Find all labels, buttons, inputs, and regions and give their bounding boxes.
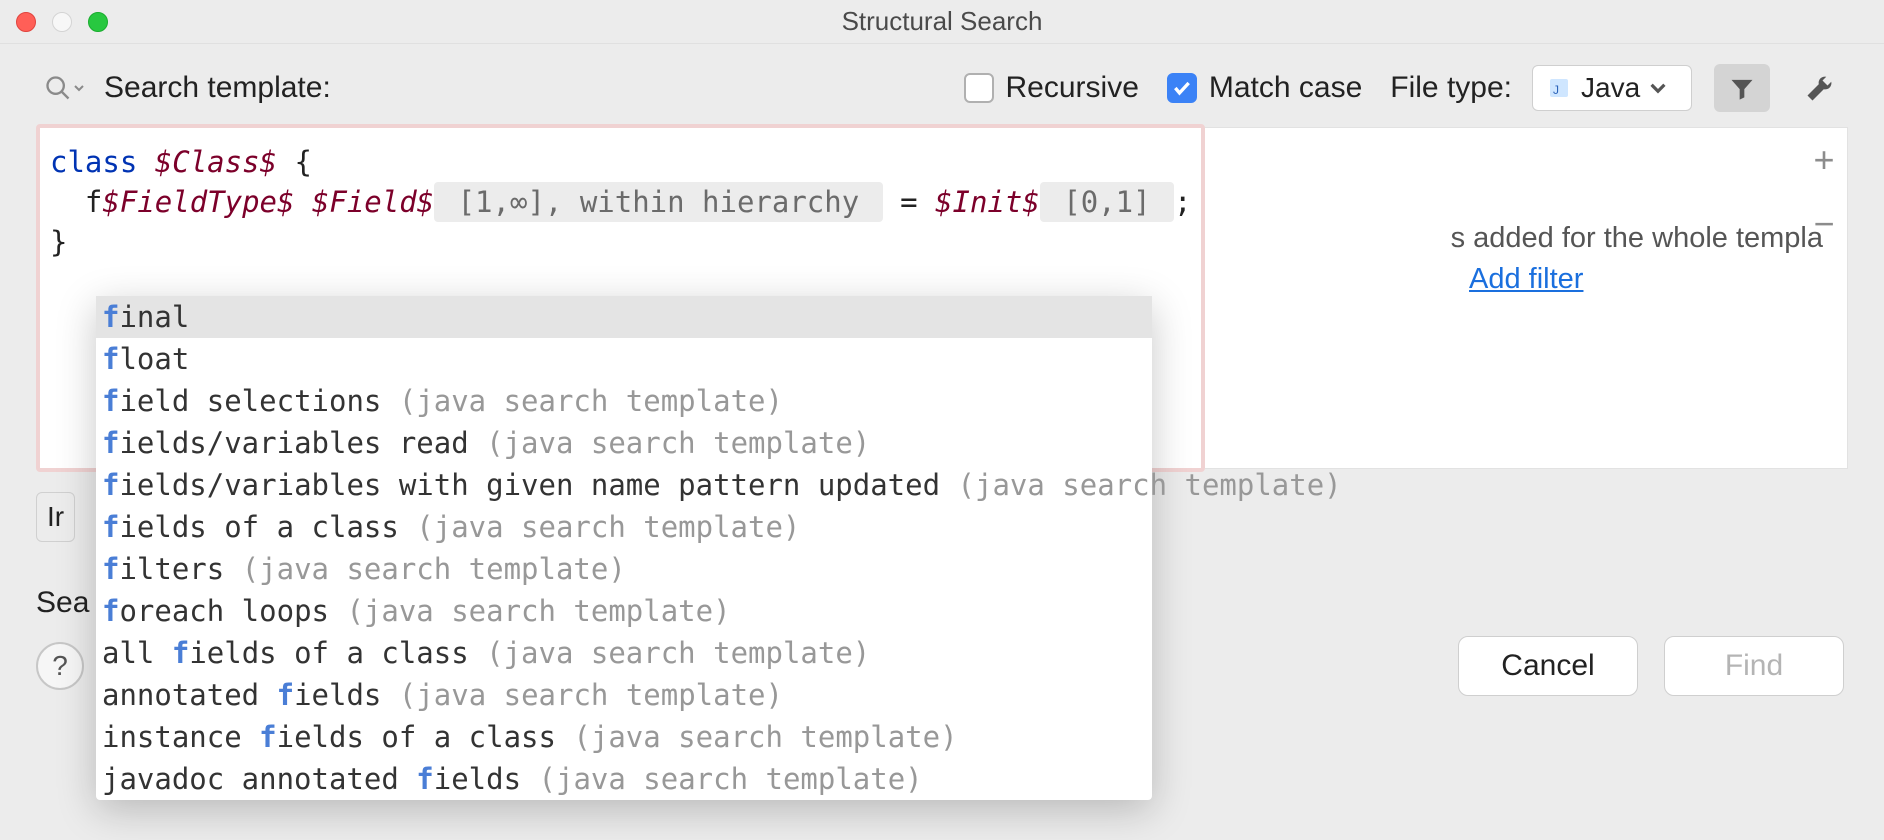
window-title: Structural Search	[842, 6, 1043, 37]
filter-panel: s added for the whole templa Add filter	[1205, 127, 1848, 469]
autocomplete-popup: finalfloatfield selections (java search …	[96, 296, 1152, 800]
search-icon[interactable]	[44, 74, 84, 102]
autocomplete-item[interactable]: fields/variables read (java search templ…	[96, 422, 1152, 464]
injected-references-button[interactable]: Ir	[36, 492, 75, 542]
funnel-icon	[1728, 74, 1756, 102]
autocomplete-item[interactable]: instance fields of a class (java search …	[96, 716, 1152, 758]
autocomplete-item[interactable]: final	[96, 296, 1152, 338]
cancel-button[interactable]: Cancel	[1458, 636, 1638, 696]
recursive-label: Recursive	[1006, 71, 1139, 105]
minimize-window-button[interactable]	[52, 12, 72, 32]
titlebar: Structural Search	[0, 0, 1884, 44]
autocomplete-item[interactable]: filters (java search template)	[96, 548, 1152, 590]
dialog-buttons: Cancel Find	[1458, 636, 1844, 696]
add-filter-link[interactable]: Add filter	[1221, 263, 1831, 296]
autocomplete-item[interactable]: fields of a class (java search template)	[96, 506, 1152, 548]
file-type-label: File type:	[1390, 71, 1512, 105]
toolbar: Search template: Recursive Match case Fi…	[0, 44, 1884, 124]
autocomplete-item[interactable]: fields/variables with given name pattern…	[96, 464, 1152, 506]
svg-text:J: J	[1553, 83, 1559, 97]
editor-gutter: + −	[1804, 140, 1844, 244]
search-scope-label: Sea	[36, 586, 89, 620]
file-type-select[interactable]: J Java	[1532, 65, 1692, 111]
chevron-down-icon	[1650, 80, 1666, 96]
file-type-value: Java	[1581, 72, 1640, 104]
code-line-1: class $Class$ {	[50, 142, 1191, 182]
recursive-checkbox[interactable]	[964, 73, 994, 103]
java-file-icon: J	[1547, 76, 1571, 100]
help-button[interactable]: ?	[36, 642, 84, 690]
window-controls	[16, 12, 108, 32]
autocomplete-item[interactable]: all fields of a class (java search templ…	[96, 632, 1152, 674]
code-line-3: }	[50, 222, 1191, 262]
wrench-icon	[1805, 73, 1835, 103]
match-case-checkbox-wrap[interactable]: Match case	[1167, 71, 1362, 105]
settings-button[interactable]	[1792, 64, 1848, 112]
find-button[interactable]: Find	[1664, 636, 1844, 696]
autocomplete-item[interactable]: javadoc annotated fields (java search te…	[96, 758, 1152, 800]
recursive-checkbox-wrap[interactable]: Recursive	[964, 71, 1139, 105]
remove-line-button[interactable]: −	[1804, 204, 1844, 244]
autocomplete-item[interactable]: field selections (java search template)	[96, 380, 1152, 422]
autocomplete-item[interactable]: annotated fields (java search template)	[96, 674, 1152, 716]
add-line-button[interactable]: +	[1804, 140, 1844, 180]
zoom-window-button[interactable]	[88, 12, 108, 32]
search-template-label: Search template:	[104, 71, 331, 105]
filter-hint-text: s added for the whole templa	[1221, 222, 1831, 255]
filter-toggle-button[interactable]	[1714, 64, 1770, 112]
close-window-button[interactable]	[16, 12, 36, 32]
match-case-label: Match case	[1209, 71, 1362, 105]
match-case-checkbox[interactable]	[1167, 73, 1197, 103]
autocomplete-item[interactable]: float	[96, 338, 1152, 380]
autocomplete-item[interactable]: foreach loops (java search template)	[96, 590, 1152, 632]
code-line-2: f$FieldType$ $Field$ [1,∞], within hiera…	[50, 182, 1191, 222]
